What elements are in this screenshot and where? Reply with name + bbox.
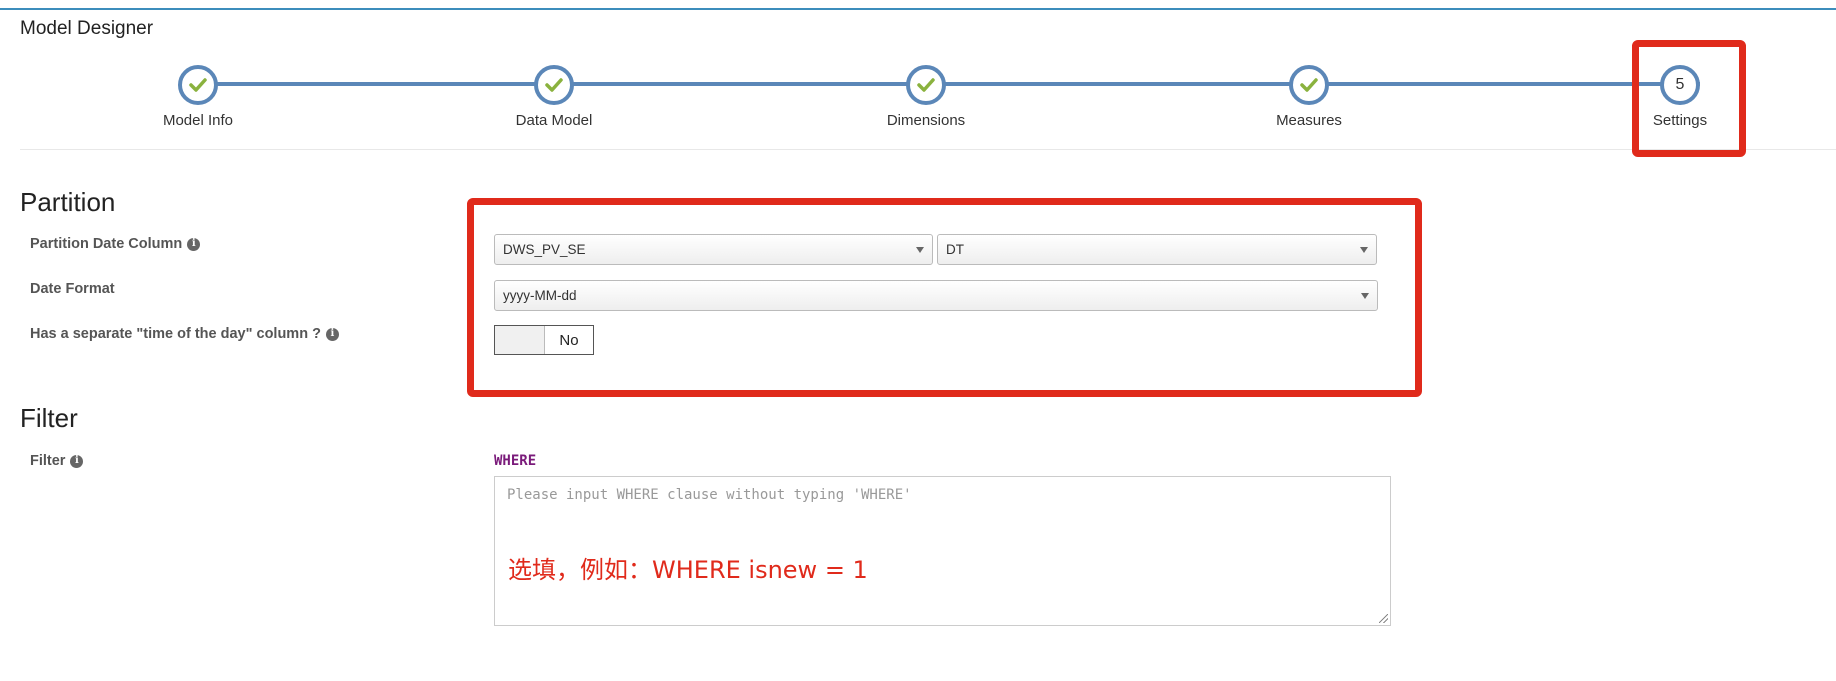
label-text: Date Format [30, 281, 115, 297]
info-icon[interactable]: i [70, 454, 84, 468]
step-label: Data Model [515, 112, 593, 129]
annotation-example-text: 选填，例如：WHERE isnew = 1 [508, 556, 868, 584]
label-text: Partition Date Column [30, 236, 183, 252]
where-keyword: WHERE [494, 453, 537, 469]
info-icon[interactable]: i [325, 327, 339, 341]
date-format-label: Date Format [30, 281, 115, 297]
wizard-step-model-info[interactable]: Model Info [128, 65, 268, 129]
filter-section-title: Filter [20, 403, 78, 433]
check-icon [917, 78, 935, 92]
check-icon [189, 78, 207, 92]
step-circle [1289, 65, 1329, 105]
wizard-step-data-model[interactable]: Data Model [484, 65, 624, 129]
info-icon[interactable]: i [187, 237, 201, 251]
label-text: Has a separate "time of the day" column … [30, 326, 321, 342]
step-circle [534, 65, 574, 105]
check-icon [545, 78, 563, 92]
wizard-step-dimensions[interactable]: Dimensions [856, 65, 996, 129]
filter-placeholder: Please input WHERE clause without typing… [507, 487, 912, 503]
partition-section-title: Partition [20, 187, 116, 217]
wizard-step-measures[interactable]: Measures [1239, 65, 1379, 129]
wizard-divider [20, 149, 1836, 150]
label-text: Filter [30, 453, 66, 469]
highlight-box-partition [467, 198, 1422, 397]
step-label: Dimensions [886, 112, 966, 129]
highlight-box-settings-step [1632, 40, 1746, 157]
filter-label: Filter i [30, 453, 84, 469]
step-label: Model Info [162, 112, 234, 129]
time-of-day-column-label: Has a separate "time of the day" column … [30, 326, 339, 342]
step-circle [178, 65, 218, 105]
top-accent-line [0, 8, 1836, 10]
page-title: Model Designer [20, 18, 154, 39]
step-label: Measures [1276, 112, 1342, 129]
resize-handle[interactable] [1379, 614, 1388, 623]
check-icon [1300, 78, 1318, 92]
step-circle [906, 65, 946, 105]
wizard-steps: Model Info Data Model Dimensions Measure… [20, 60, 1836, 150]
partition-date-column-label: Partition Date Column i [30, 236, 201, 252]
